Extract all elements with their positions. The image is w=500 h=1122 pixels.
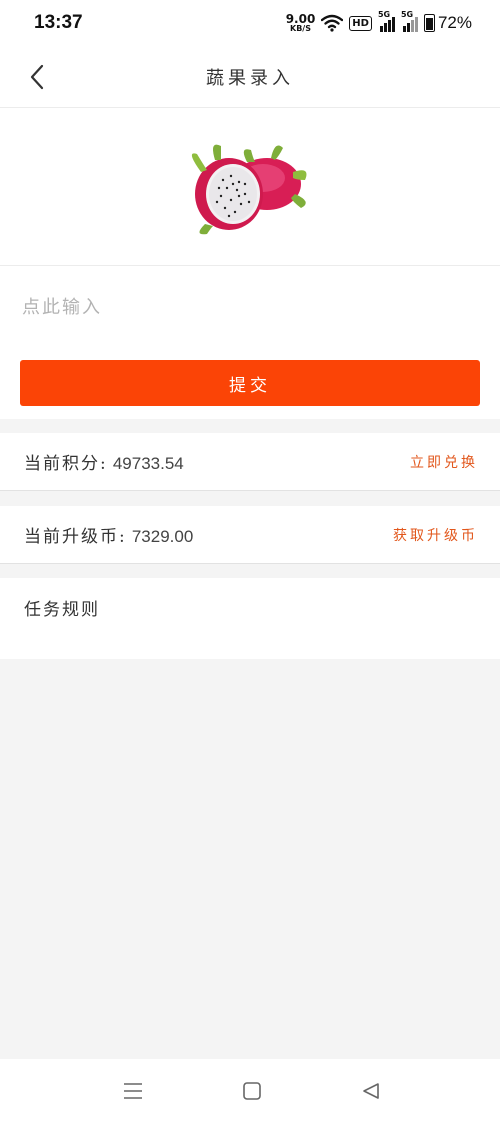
signal-icon: 5G — [401, 10, 418, 32]
task-rules-title: 任务规则 — [24, 600, 100, 620]
system-nav-bar — [0, 1059, 500, 1122]
status-time: 13:37 — [34, 12, 83, 33]
status-bar: 13:37 9.00 KB/S HD 5G 5G 72% — [0, 0, 500, 46]
signal-icon: 5G — [378, 10, 395, 32]
coins-label: 当前升级币: — [24, 527, 127, 547]
get-coins-link[interactable]: 获取升级币 — [393, 525, 478, 545]
coins-value: 7329.00 — [131, 527, 194, 546]
battery-percent: 72% — [437, 13, 472, 32]
dragon-fruit-image — [191, 144, 307, 234]
signal-label: 5G — [377, 10, 391, 19]
menu-icon — [124, 1083, 142, 1099]
home-button[interactable] — [238, 1077, 266, 1105]
page-title: 蔬果录入 — [206, 67, 294, 89]
points-label: 当前积分: — [24, 454, 108, 474]
submit-button[interactable]: 提交 — [20, 360, 480, 406]
net-speed-unit: KB/S — [290, 24, 311, 33]
redeem-now-link[interactable]: 立即兑换 — [410, 452, 478, 472]
product-image-section — [0, 108, 500, 266]
signal-label: 5G — [400, 10, 414, 19]
system-back-button[interactable] — [357, 1077, 385, 1105]
battery-icon: 72% — [423, 13, 472, 33]
home-icon — [243, 1082, 261, 1100]
menu-button[interactable] — [119, 1077, 147, 1105]
points-row: 当前积分: 49733.54 立即兑换 — [0, 433, 500, 491]
points-info: 当前积分: 49733.54 — [24, 449, 184, 474]
upgrade-coins-row: 当前升级币: 7329.00 获取升级币 — [0, 506, 500, 564]
header: 蔬果录入 — [0, 46, 500, 108]
net-speed: 9.00 KB/S — [286, 13, 316, 33]
input-section: 提交 — [0, 266, 500, 419]
back-triangle-icon — [363, 1083, 379, 1099]
back-button[interactable] — [20, 60, 54, 94]
coins-info: 当前升级币: 7329.00 — [24, 522, 193, 547]
status-icons: 9.00 KB/S HD 5G 5G 72% — [286, 10, 472, 33]
hd-badge: HD — [349, 15, 372, 31]
task-rules-section: 任务规则 — [0, 578, 500, 659]
chevron-left-icon — [30, 64, 44, 90]
points-value: 49733.54 — [112, 454, 184, 473]
wifi-icon — [321, 14, 344, 32]
entry-input[interactable] — [22, 286, 478, 328]
